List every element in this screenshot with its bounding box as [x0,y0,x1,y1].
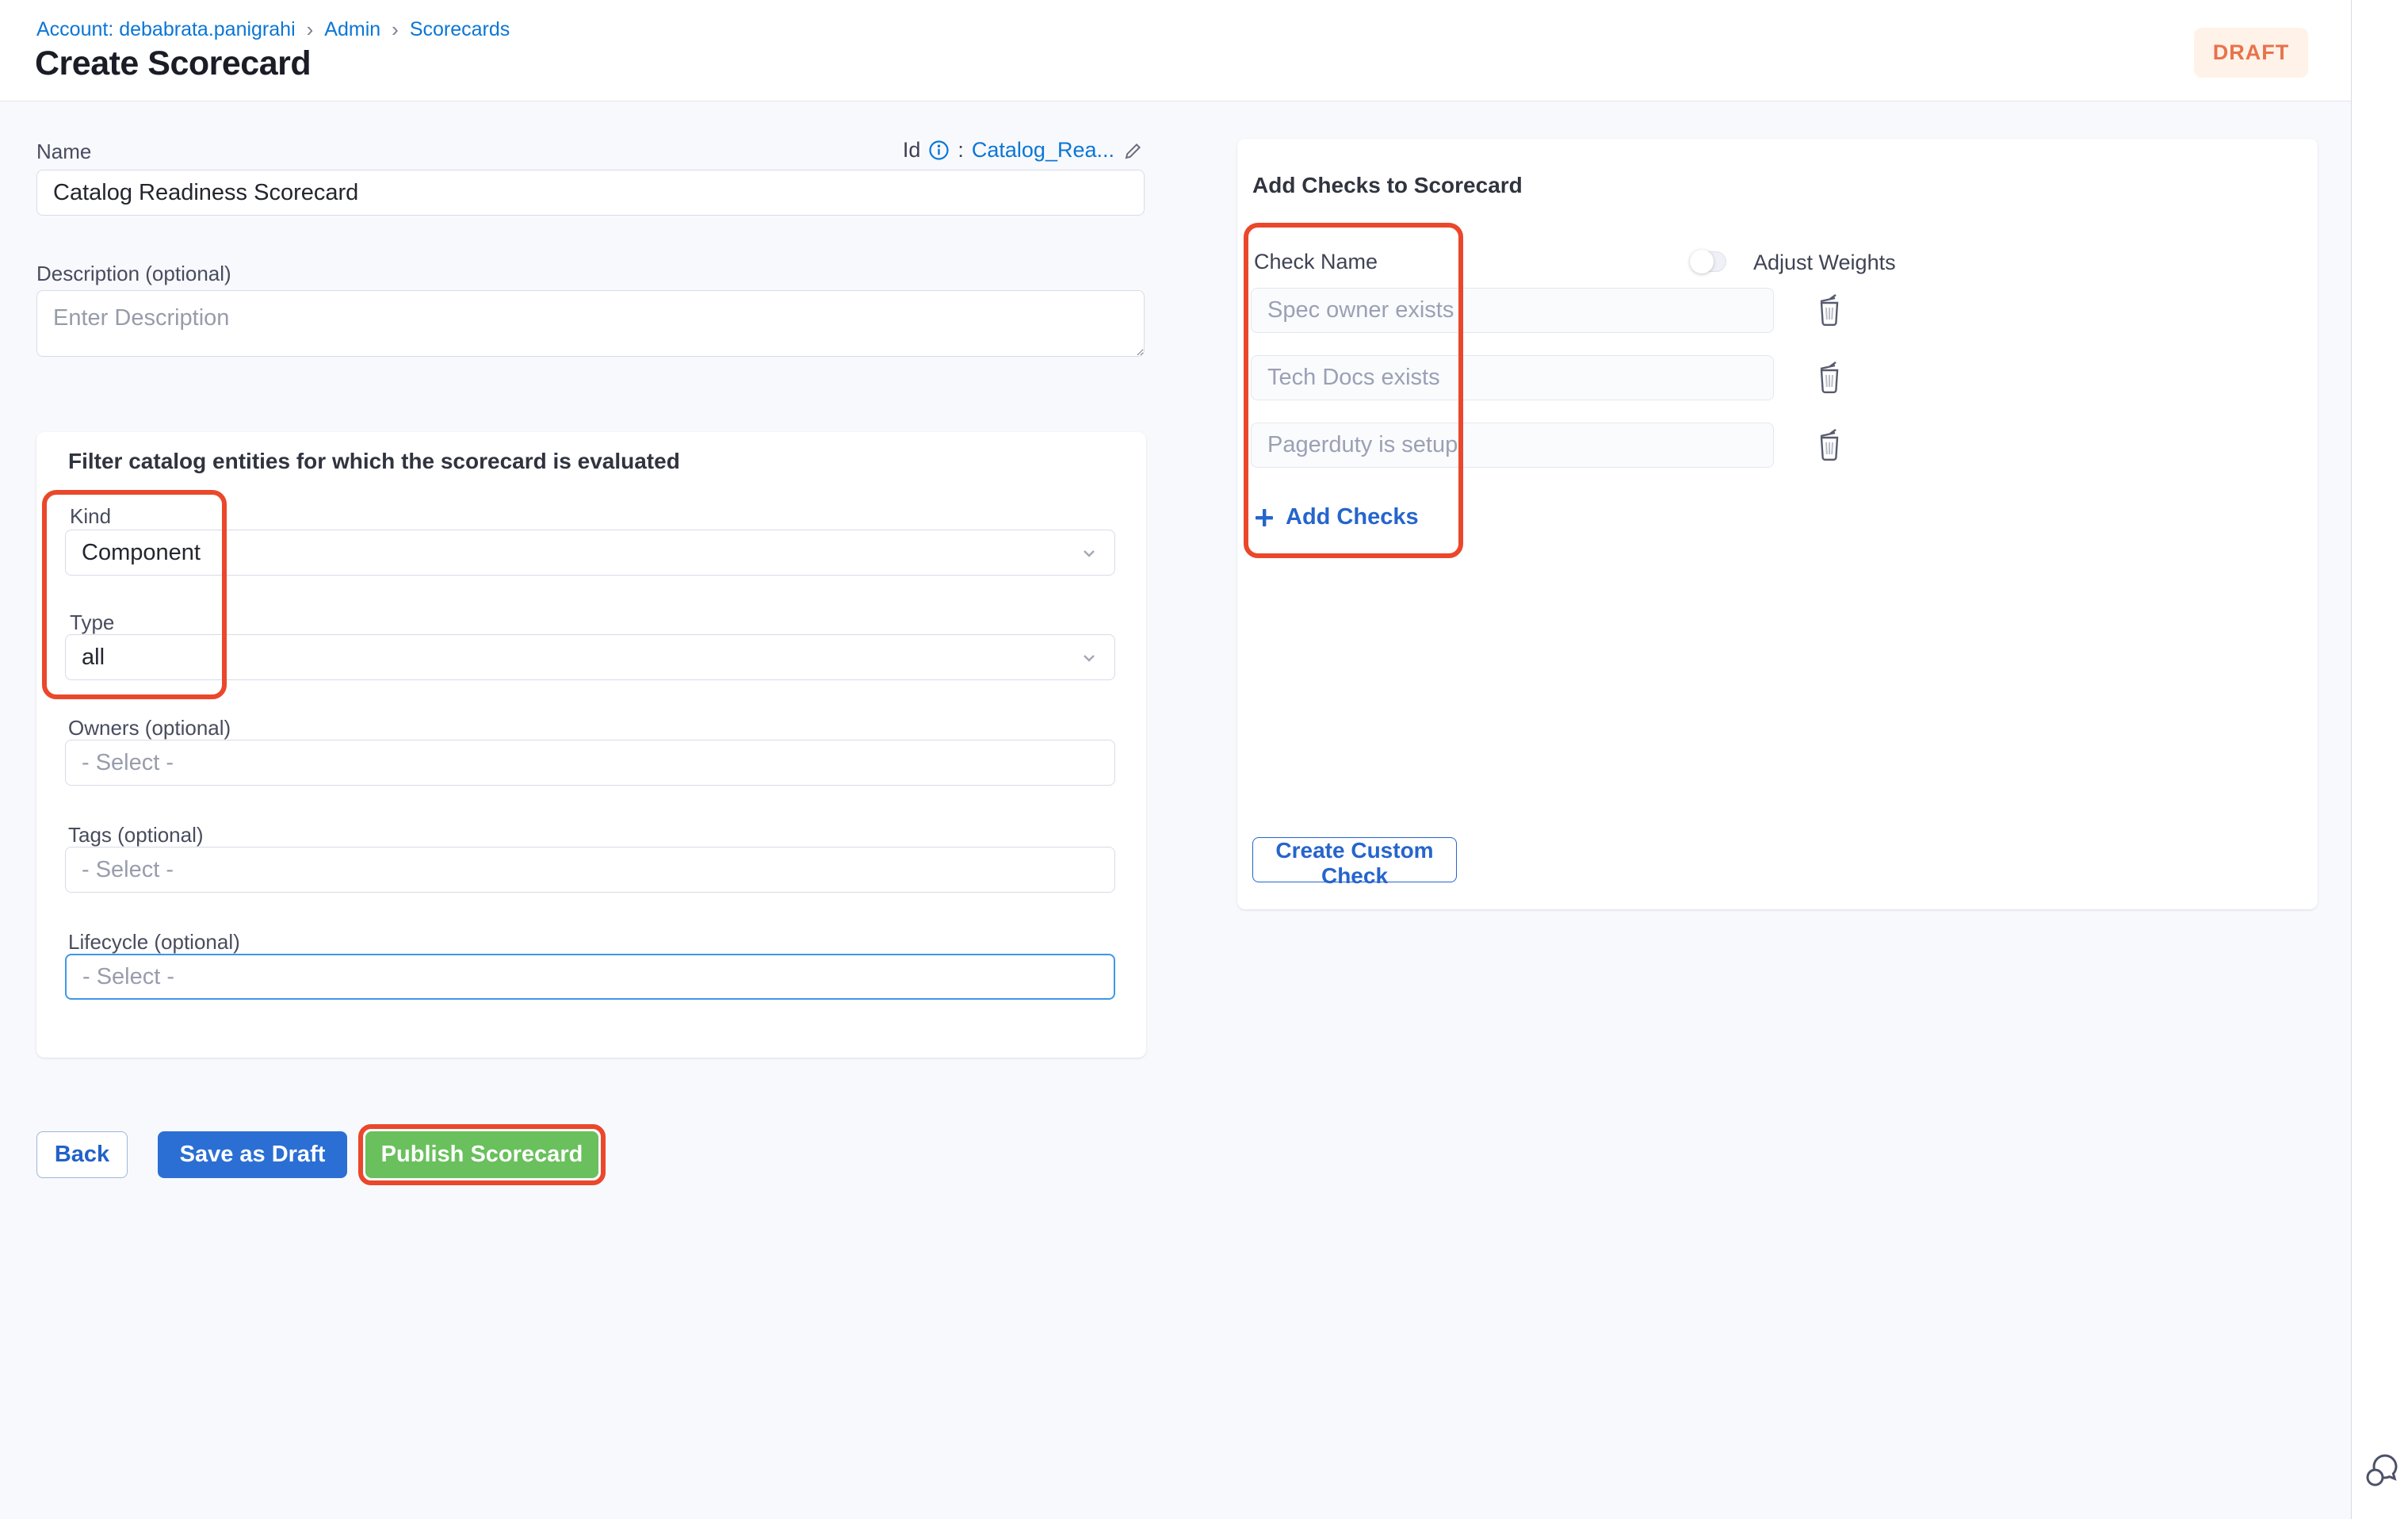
save-as-draft-button[interactable]: Save as Draft [158,1131,347,1178]
breadcrumb-separator: › [392,17,399,42]
add-checks-heading: Add Checks to Scorecard [1252,173,1523,198]
lifecycle-select-placeholder: - Select - [82,964,174,990]
kind-select[interactable]: Component [65,530,1115,576]
status-badge: DRAFT [2194,28,2308,78]
breadcrumb-account-link[interactable]: Account: debabrata.panigrahi [36,18,296,41]
breadcrumb-scorecards-link[interactable]: Scorecards [410,18,510,41]
breadcrumb: Account: debabrata.panigrahi › Admin › S… [36,17,510,42]
publish-scorecard-button[interactable]: Publish Scorecard [365,1131,598,1178]
delete-check-button[interactable] [1814,427,1844,465]
kind-label: Kind [70,504,111,529]
chat-bubbles-icon [2364,1451,2401,1490]
plus-icon [1252,506,1276,530]
tags-select[interactable]: - Select - [65,847,1115,893]
name-label: Name [36,140,91,164]
chevron-down-icon [1078,542,1100,571]
lifecycle-select[interactable]: - Select - [65,954,1115,1000]
adjust-weights-label: Adjust Weights [1753,251,1896,275]
description-textarea[interactable] [36,290,1145,357]
lifecycle-label: Lifecycle (optional) [68,930,240,955]
add-checks-link[interactable]: Add Checks [1252,504,1419,530]
chevron-down-icon [1078,647,1100,675]
kind-select-value: Component [82,540,201,566]
page-title: Create Scorecard [35,44,311,83]
type-label: Type [70,610,114,635]
add-checks-label: Add Checks [1286,504,1419,530]
trash-icon [1814,360,1844,395]
scorecard-id-link[interactable]: Catalog_Rea... [972,138,1114,163]
back-button[interactable]: Back [36,1131,128,1178]
help-chat-button[interactable] [2364,1451,2401,1494]
page-header: Account: debabrata.panigrahi › Admin › S… [0,0,2351,101]
trash-icon [1814,427,1844,462]
tags-label: Tags (optional) [68,823,204,848]
check-name-input[interactable] [1251,288,1774,333]
name-input[interactable] [36,170,1145,216]
check-name-input[interactable] [1251,423,1774,468]
edit-pencil-icon[interactable] [1122,140,1145,162]
owners-select-placeholder: - Select - [82,750,174,776]
delete-check-button[interactable] [1814,360,1844,397]
description-label: Description (optional) [36,262,231,286]
delete-check-button[interactable] [1814,293,1844,330]
info-icon[interactable] [928,140,950,161]
toggle-knob [1690,250,1714,274]
owners-select[interactable]: - Select - [65,740,1115,786]
trash-icon [1814,293,1844,327]
scorecard-id-row: Id : Catalog_Rea... [713,138,1145,163]
check-name-column-label: Check Name [1254,250,1378,274]
create-custom-check-button[interactable]: Create Custom Check [1252,837,1457,882]
id-colon: : [957,138,964,163]
right-rail [2351,0,2408,1519]
adjust-weights-toggle[interactable] [1690,251,1726,272]
tags-select-placeholder: - Select - [82,857,174,883]
check-name-input[interactable] [1251,355,1774,400]
owners-label: Owners (optional) [68,716,231,740]
breadcrumb-separator: › [307,17,314,42]
filter-heading: Filter catalog entities for which the sc… [68,449,680,474]
type-select-value: all [82,645,105,671]
id-label: Id [903,138,921,163]
type-select[interactable]: all [65,634,1115,680]
breadcrumb-admin-link[interactable]: Admin [324,18,380,41]
